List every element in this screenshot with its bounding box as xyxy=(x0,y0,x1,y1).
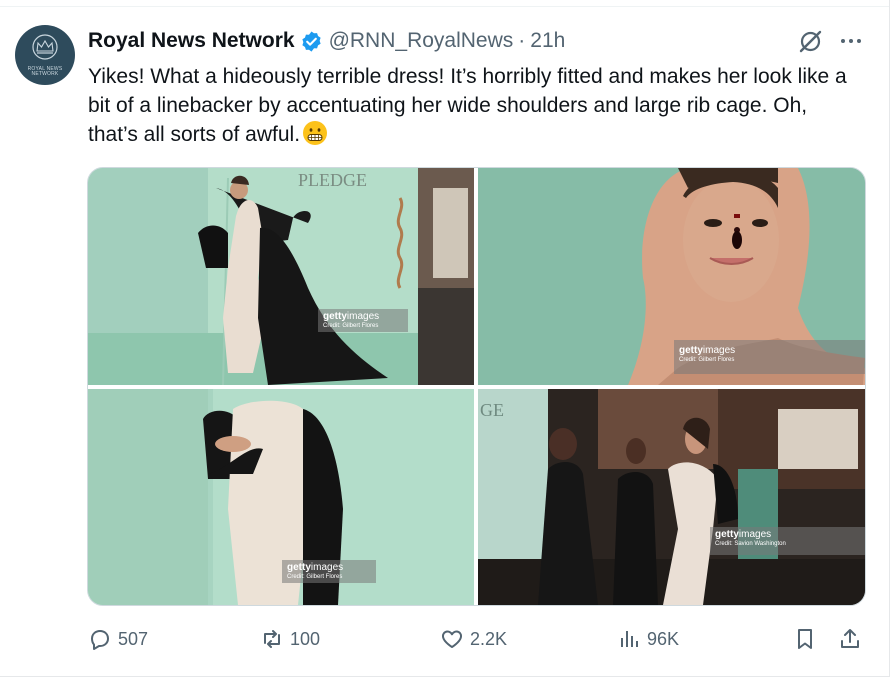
photo-4[interactable]: GE gettyimages Credit: Savion Washington xyxy=(478,389,865,605)
reply-count: 507 xyxy=(118,628,149,649)
photo-1-sign: PLEDGE xyxy=(298,170,367,190)
photo-1-getty: getty xyxy=(323,311,347,322)
photo-1-watermark: gettyimages Credit: Gilbert Flores xyxy=(318,309,408,332)
photo-1[interactable]: PLEDGE gettyimages Credit: Gilbert Flore… xyxy=(88,168,474,385)
photo-4-getty: getty xyxy=(715,529,739,540)
photo-3-getty: getty xyxy=(287,562,311,573)
avatar[interactable]: ROYAL NEWS NETWORK xyxy=(15,25,75,85)
author-name[interactable]: Royal News Network xyxy=(88,29,295,53)
grok-icon[interactable] xyxy=(797,28,824,55)
photo-1-images: images xyxy=(346,311,380,322)
photo-4-images: images xyxy=(738,529,772,540)
reply-button[interactable]: 507 xyxy=(88,624,148,654)
share-icon xyxy=(841,629,859,648)
like-count: 2.2K xyxy=(470,628,508,649)
photo-2-images: images xyxy=(702,345,736,356)
like-icon xyxy=(442,630,462,648)
photo-3-images: images xyxy=(310,562,344,573)
action-bar: 507 100 2.2K 96K xyxy=(88,624,868,654)
views-count: 96K xyxy=(647,628,680,649)
divider xyxy=(0,6,889,7)
post-text-content: Yikes! What a hideously terrible dress! … xyxy=(88,65,847,146)
photo-1-credit: Credit: Gilbert Flores xyxy=(323,323,379,329)
avatar-label: ROYAL NEWS NETWORK xyxy=(27,66,63,77)
author-handle[interactable]: @RNN_RoyalNews xyxy=(329,29,514,53)
photo-4-image: GE xyxy=(478,389,865,605)
repost-count: 100 xyxy=(290,628,321,649)
photo-4-watermark: gettyimages Credit: Savion Washington xyxy=(710,527,865,555)
bookmark-icon xyxy=(798,629,812,649)
photo-2-credit: Credit: Gilbert Flores xyxy=(679,357,735,363)
media-grid: PLEDGE gettyimages Credit: Gilbert Flore… xyxy=(87,167,866,606)
photo-2[interactable]: gettyimages Credit: Gilbert Flores xyxy=(478,168,865,385)
bookmark-button[interactable] xyxy=(793,624,823,654)
photo-1-image: PLEDGE xyxy=(88,168,474,385)
photo-3-watermark: gettyimages Credit: Gilbert Flores xyxy=(282,560,376,583)
separator-dot: · xyxy=(518,29,526,52)
photo-2-getty: getty xyxy=(679,345,703,356)
like-button[interactable]: 2.2K xyxy=(440,624,507,654)
post-time[interactable]: 21h xyxy=(530,29,565,53)
views-button[interactable]: 96K xyxy=(617,624,679,654)
photo-2-watermark: gettyimages Credit: Gilbert Flores xyxy=(674,340,865,374)
photo-3[interactable]: gettyimages Credit: Gilbert Flores xyxy=(88,389,474,605)
post-text: Yikes! What a hideously terrible dress! … xyxy=(88,62,858,149)
grimacing-face-icon xyxy=(303,121,328,145)
repost-button[interactable]: 100 xyxy=(260,624,320,654)
views-icon xyxy=(621,631,638,647)
repost-icon xyxy=(264,630,280,648)
reply-icon xyxy=(91,630,109,650)
post-header: Royal News Network @RNN_RoyalNews · 21h xyxy=(88,28,565,54)
photo-4-credit: Credit: Savion Washington xyxy=(715,541,786,547)
photo-3-image xyxy=(88,389,474,605)
photo-3-credit: Credit: Gilbert Flores xyxy=(287,574,343,580)
photo-4-sign: GE xyxy=(480,400,504,420)
verified-badge-icon[interactable] xyxy=(300,30,323,53)
share-button[interactable] xyxy=(838,624,868,654)
more-options-icon[interactable] xyxy=(838,28,864,54)
